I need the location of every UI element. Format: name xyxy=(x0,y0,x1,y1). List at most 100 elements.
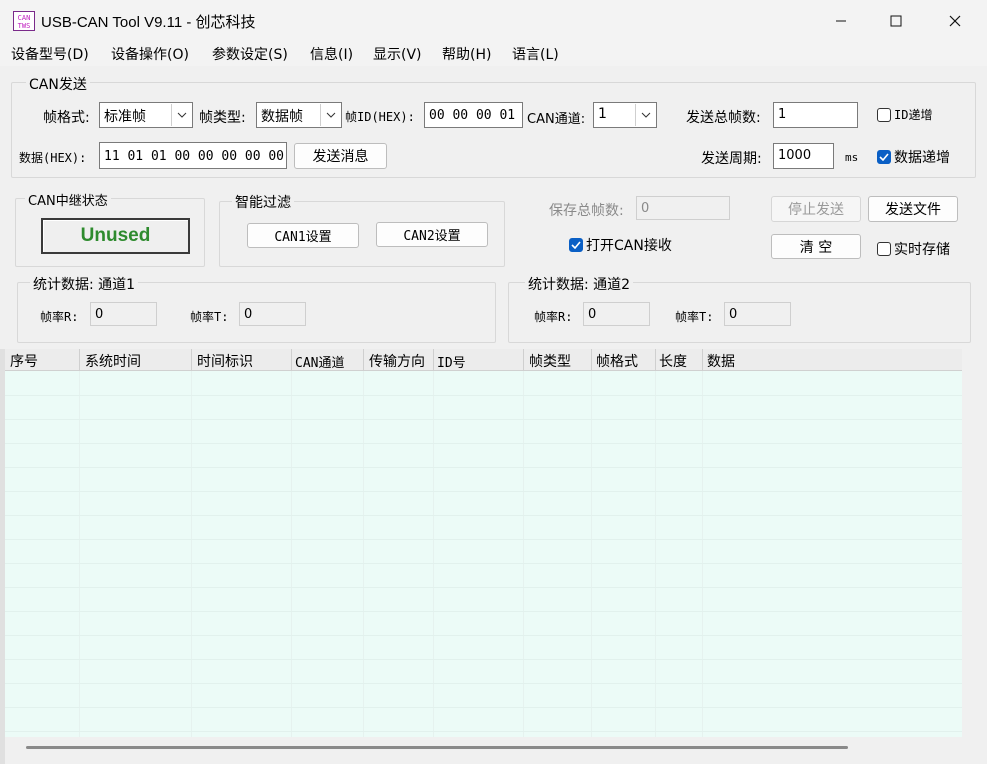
frame-format-select[interactable]: 标准帧 xyxy=(99,102,193,128)
frame-format-label: 帧格式: xyxy=(43,110,90,126)
menu-display[interactable]: 显示(V) xyxy=(373,44,422,64)
col-header-frame-type[interactable]: 帧类型 xyxy=(529,351,571,371)
channel1-rate-t-value: 0 xyxy=(239,302,306,326)
menu-device-model[interactable]: 设备型号(D) xyxy=(11,44,89,64)
stats-channel2-label: 统计数据: 通道2 xyxy=(525,274,634,294)
row-divider xyxy=(5,419,962,420)
column-divider xyxy=(291,349,292,737)
checkbox-unchecked-icon xyxy=(877,242,891,256)
menu-device-operation[interactable]: 设备操作(O) xyxy=(111,44,189,64)
menu-parameter-settings[interactable]: 参数设定(S) xyxy=(212,44,288,64)
id-increment-checkbox[interactable]: ID递增 xyxy=(877,106,932,123)
data-hex-input[interactable]: 11 01 01 00 00 00 00 00 xyxy=(99,142,287,169)
checkbox-unchecked-icon xyxy=(877,107,891,122)
maximize-icon xyxy=(890,15,902,27)
open-can-receive-label: 打开CAN接收 xyxy=(586,238,672,254)
stop-send-button[interactable]: 停止发送 xyxy=(771,196,861,222)
col-header-frame-format[interactable]: 帧格式 xyxy=(596,351,638,371)
menu-help[interactable]: 帮助(H) xyxy=(442,44,491,64)
send-file-button[interactable]: 发送文件 xyxy=(868,196,958,222)
header-divider[interactable] xyxy=(591,349,592,371)
row-divider xyxy=(5,707,962,708)
column-divider xyxy=(591,349,592,737)
header-divider[interactable] xyxy=(363,349,364,371)
can-channel-label: CAN通道: xyxy=(527,112,586,127)
id-increment-label: ID递增 xyxy=(894,108,933,122)
row-divider xyxy=(5,635,962,636)
channel2-rate-r-label: 帧率R: xyxy=(534,310,573,324)
col-header-timestamp[interactable]: 时间标识 xyxy=(197,351,253,371)
row-divider xyxy=(5,731,962,732)
can1-settings-button[interactable]: CAN1设置 xyxy=(247,223,359,248)
header-divider[interactable] xyxy=(433,349,434,371)
can2-settings-button[interactable]: CAN2设置 xyxy=(376,222,488,247)
frame-type-select[interactable]: 数据帧 xyxy=(256,102,342,128)
row-divider xyxy=(5,515,962,516)
row-divider xyxy=(5,659,962,660)
channel1-rate-r-value: 0 xyxy=(90,302,157,326)
total-frames-label: 发送总帧数: xyxy=(686,110,761,126)
channel2-rate-t-value: 0 xyxy=(724,302,791,326)
col-header-direction[interactable]: 传输方向 xyxy=(369,351,425,371)
column-divider xyxy=(655,349,656,737)
checkmark-icon xyxy=(569,238,583,252)
column-divider xyxy=(191,349,192,737)
smart-filter-group-label: 智能过滤 xyxy=(232,192,294,212)
menu-info[interactable]: 信息(I) xyxy=(310,44,353,64)
table-header: 序号 系统时间 时间标识 CAN通道 传输方向 ID号 帧类型 帧格式 长度 数… xyxy=(5,349,962,371)
column-divider xyxy=(433,349,434,737)
channel2-rate-t-label: 帧率T: xyxy=(675,310,714,324)
realtime-save-checkbox[interactable]: 实时存储 xyxy=(877,239,950,259)
menu-language[interactable]: 语言(L) xyxy=(512,44,559,64)
column-divider xyxy=(363,349,364,737)
header-divider[interactable] xyxy=(191,349,192,371)
row-divider xyxy=(5,611,962,612)
col-header-data[interactable]: 数据 xyxy=(707,351,735,371)
total-frames-input[interactable]: 1 xyxy=(773,102,858,128)
maximize-button[interactable] xyxy=(867,0,925,42)
save-total-frames-label: 保存总帧数: xyxy=(549,203,624,219)
col-header-index[interactable]: 序号 xyxy=(10,351,38,371)
frame-type-value: 数据帧 xyxy=(261,109,303,125)
channel1-rate-r-label: 帧率R: xyxy=(40,310,79,324)
close-button[interactable] xyxy=(926,0,984,42)
data-hex-label: 数据(HEX): xyxy=(19,151,87,165)
close-icon xyxy=(949,15,961,27)
row-divider xyxy=(5,539,962,540)
send-message-button[interactable]: 发送消息 xyxy=(294,143,387,169)
chevron-down-icon xyxy=(320,104,340,126)
row-divider xyxy=(5,491,962,492)
period-unit-label: ms xyxy=(845,151,859,164)
stats-channel1-label: 统计数据: 通道1 xyxy=(30,274,139,294)
col-header-can-channel[interactable]: CAN通道 xyxy=(295,352,344,371)
save-total-frames-input: 0 xyxy=(636,196,730,220)
col-header-system-time[interactable]: 系统时间 xyxy=(85,351,141,371)
message-table[interactable]: 序号 系统时间 时间标识 CAN通道 传输方向 ID号 帧类型 帧格式 长度 数… xyxy=(5,349,962,737)
can-channel-value: 1 xyxy=(598,106,607,122)
row-divider xyxy=(5,587,962,588)
col-header-length[interactable]: 长度 xyxy=(659,351,687,371)
clear-button[interactable]: 清 空 xyxy=(771,234,861,259)
frame-type-label: 帧类型: xyxy=(199,110,246,126)
row-divider xyxy=(5,683,962,684)
data-increment-checkbox[interactable]: 数据递增 xyxy=(877,147,950,167)
header-divider[interactable] xyxy=(291,349,292,371)
frame-id-input[interactable]: 00 00 00 01 xyxy=(424,102,523,128)
header-divider[interactable] xyxy=(523,349,524,371)
channel2-rate-r-value: 0 xyxy=(583,302,650,326)
chevron-down-icon xyxy=(171,104,191,126)
can-channel-select[interactable]: 1 xyxy=(593,102,657,128)
header-divider[interactable] xyxy=(655,349,656,371)
data-increment-label: 数据递增 xyxy=(894,150,950,166)
header-divider[interactable] xyxy=(79,349,80,371)
open-can-receive-checkbox[interactable]: 打开CAN接收 xyxy=(569,235,672,255)
horizontal-scrollbar[interactable] xyxy=(26,746,848,749)
window-title: USB-CAN Tool V9.11 - 创芯科技 xyxy=(41,14,256,31)
column-divider xyxy=(79,349,80,737)
app-icon: CAN TWS xyxy=(13,11,35,31)
minimize-button[interactable] xyxy=(812,0,870,42)
can-relay-group-label: CAN中继状态 xyxy=(25,190,111,209)
send-period-input[interactable]: 1000 xyxy=(773,143,834,169)
header-divider[interactable] xyxy=(702,349,703,371)
col-header-id[interactable]: ID号 xyxy=(437,352,466,371)
